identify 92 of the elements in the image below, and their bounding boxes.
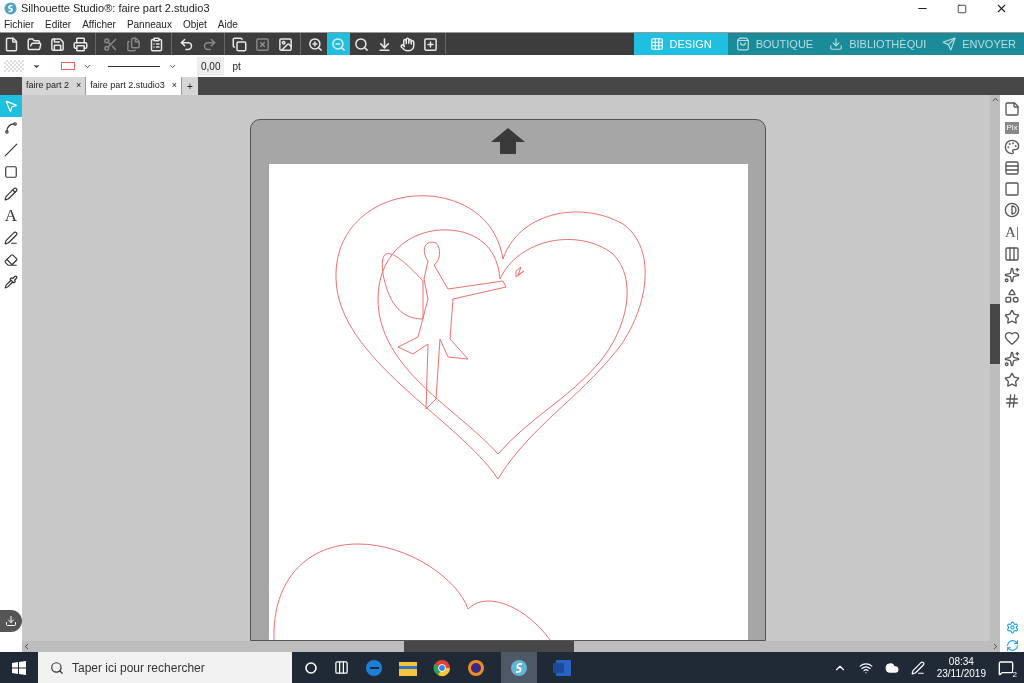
document-tab[interactable]: faire part 2 × bbox=[22, 77, 87, 95]
close-tab-icon[interactable]: × bbox=[171, 79, 178, 93]
star-icon[interactable] bbox=[1004, 309, 1020, 325]
folder-icon[interactable] bbox=[399, 659, 417, 676]
star-outline-icon[interactable] bbox=[1004, 372, 1020, 388]
pixscan-panel-button[interactable]: Pix bbox=[1005, 122, 1019, 134]
hatch-icon[interactable] bbox=[1004, 393, 1020, 409]
print-icon bbox=[73, 36, 88, 52]
fill-pattern-swatch[interactable] bbox=[4, 60, 24, 72]
silhouette-taskbar-button[interactable] bbox=[501, 652, 537, 683]
scroll-thumb[interactable] bbox=[990, 304, 1000, 364]
task-view-icon[interactable] bbox=[334, 660, 349, 675]
lines-icon[interactable] bbox=[1004, 160, 1020, 176]
wifi-icon[interactable] bbox=[858, 660, 873, 675]
save-icon bbox=[50, 36, 65, 52]
load-arrow-icon bbox=[491, 128, 525, 154]
word-icon[interactable] bbox=[553, 658, 571, 677]
scroll-left-icon[interactable] bbox=[22, 642, 31, 651]
cloud-icon[interactable] bbox=[884, 660, 899, 675]
window-title: Silhouette Studio®: faire part 2.studio3 bbox=[21, 1, 210, 17]
redo-icon bbox=[202, 36, 217, 52]
text-tool-button[interactable]: A bbox=[0, 205, 22, 227]
menu-item[interactable]: Editer bbox=[45, 17, 72, 32]
curve-icon bbox=[4, 121, 18, 135]
import-tab[interactable] bbox=[0, 610, 22, 632]
pen-icon[interactable] bbox=[910, 660, 925, 675]
unit-label: pt bbox=[232, 59, 241, 74]
line-width-field[interactable]: 0,00 bbox=[197, 56, 225, 76]
close-tab-icon[interactable]: × bbox=[76, 79, 82, 93]
menu-item[interactable]: Objet bbox=[182, 17, 207, 32]
message-icon bbox=[998, 659, 1014, 676]
group-icon bbox=[232, 36, 247, 52]
undo-icon bbox=[179, 36, 194, 52]
note-icon[interactable] bbox=[1004, 101, 1020, 117]
new-file-icon bbox=[4, 36, 19, 52]
sync-icon[interactable] bbox=[1005, 639, 1019, 652]
menu-item[interactable]: Afficher bbox=[82, 17, 116, 32]
circle-icon[interactable] bbox=[304, 660, 318, 675]
pen-icon bbox=[4, 231, 18, 245]
scroll-thumb[interactable] bbox=[404, 641, 574, 652]
eraser-icon bbox=[4, 253, 18, 267]
grid-icon bbox=[649, 37, 664, 51]
line-color-swatch[interactable] bbox=[61, 62, 75, 70]
restore-icon[interactable] bbox=[957, 3, 967, 14]
line-icon bbox=[4, 143, 18, 157]
fit-page-icon bbox=[423, 36, 438, 52]
columns-icon[interactable] bbox=[1004, 246, 1020, 262]
send-icon bbox=[942, 37, 957, 51]
settings-icon[interactable] bbox=[1005, 621, 1019, 634]
menu-item[interactable]: Fichier bbox=[4, 17, 34, 32]
new-tab-button[interactable]: + bbox=[182, 77, 198, 95]
text-panel-button[interactable]: A| bbox=[1005, 223, 1019, 241]
cut-icon bbox=[103, 36, 118, 52]
sparkle-icon[interactable] bbox=[1004, 267, 1020, 283]
copy-icon bbox=[126, 36, 141, 52]
clock-time[interactable]: 08:34 bbox=[948, 655, 974, 668]
notification-count: 2 bbox=[1012, 669, 1017, 679]
horizontal-scrollbar[interactable] bbox=[22, 641, 1000, 652]
hand-icon bbox=[400, 36, 415, 52]
download-icon bbox=[829, 37, 844, 51]
search-icon bbox=[50, 660, 64, 675]
vertical-scrollbar[interactable] bbox=[990, 95, 1000, 641]
paste-icon bbox=[149, 36, 164, 52]
document-tab[interactable]: faire part 2.studio3 × bbox=[86, 77, 183, 95]
zoom-select-icon bbox=[354, 36, 369, 52]
palette-icon[interactable] bbox=[1004, 139, 1020, 155]
clock-date[interactable]: 23/11/2019 bbox=[936, 667, 986, 680]
scroll-up-icon[interactable] bbox=[990, 95, 1000, 104]
zoom-out-icon bbox=[331, 36, 346, 52]
heart-icon[interactable] bbox=[1004, 330, 1020, 346]
pipette-icon bbox=[4, 275, 18, 289]
download-icon bbox=[5, 615, 17, 627]
square-icon[interactable] bbox=[1004, 181, 1020, 197]
line-style-preview[interactable] bbox=[108, 65, 160, 67]
image-icon bbox=[278, 36, 293, 52]
scroll-right-icon[interactable] bbox=[991, 642, 1000, 651]
ungroup-icon bbox=[255, 36, 270, 52]
rectangle-icon bbox=[4, 165, 18, 179]
pointer-icon bbox=[4, 99, 18, 113]
menu-item[interactable]: Panneaux bbox=[126, 17, 172, 32]
bag-icon bbox=[735, 37, 750, 51]
taskbar-search-field[interactable]: Taper ici pour rechercher bbox=[38, 652, 292, 683]
shapes-icon[interactable] bbox=[1004, 288, 1020, 304]
close-icon[interactable] bbox=[995, 2, 1008, 15]
menu-item[interactable]: Aide bbox=[217, 17, 238, 32]
pencil-icon bbox=[4, 187, 18, 201]
windows-logo-icon[interactable] bbox=[12, 660, 26, 675]
open-folder-icon bbox=[27, 36, 42, 52]
silhouette-logo-icon bbox=[510, 658, 528, 677]
zoom-in-icon bbox=[308, 36, 323, 52]
contrast-icon[interactable] bbox=[1004, 202, 1020, 218]
fit-down-icon bbox=[377, 36, 392, 52]
